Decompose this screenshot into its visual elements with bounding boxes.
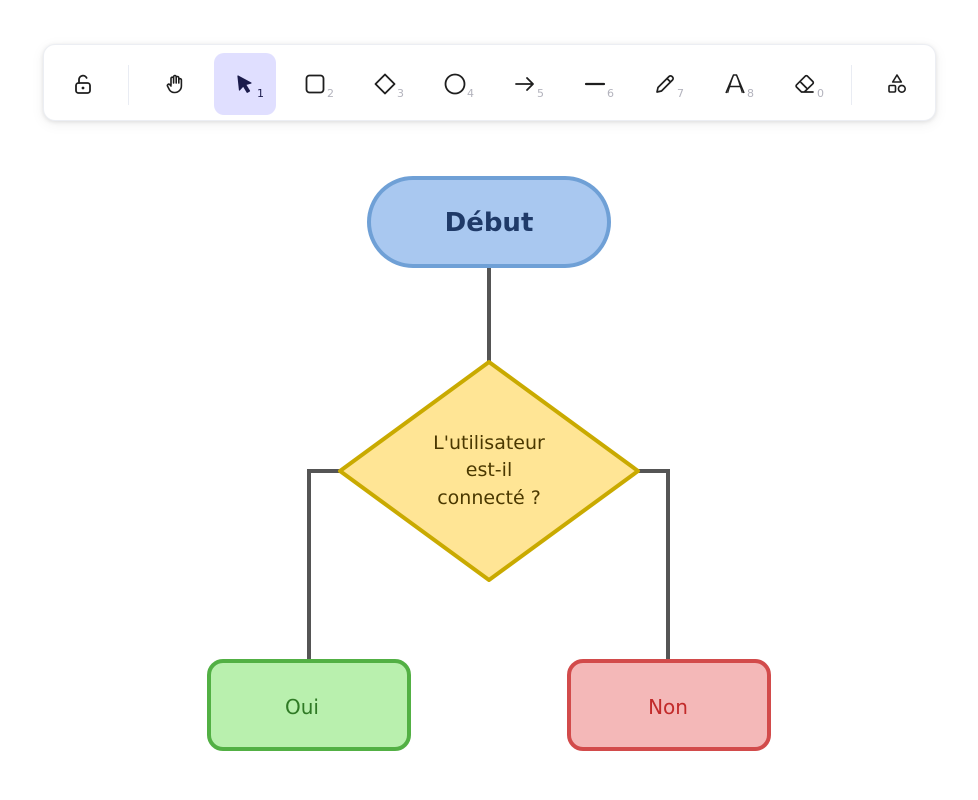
no-node[interactable]: Non [567, 659, 771, 751]
decision-label-line: est-il [466, 459, 512, 481]
no-label: Non [648, 695, 688, 719]
start-node[interactable]: Début [367, 176, 611, 268]
decision-node[interactable]: L'utilisateur est-il connecté ? [338, 360, 640, 582]
connector-decision-to-yes[interactable] [307, 469, 340, 661]
decision-label-line: L'utilisateur [433, 432, 545, 454]
decision-label-line: connecté ? [437, 487, 541, 509]
yes-node[interactable]: Oui [207, 659, 411, 751]
yes-label: Oui [285, 695, 319, 719]
start-label: Début [445, 208, 534, 238]
flowchart-canvas[interactable]: Début L'utilisateur est-il connecté ? Ou… [0, 0, 978, 800]
connector-decision-to-no[interactable] [638, 469, 670, 661]
